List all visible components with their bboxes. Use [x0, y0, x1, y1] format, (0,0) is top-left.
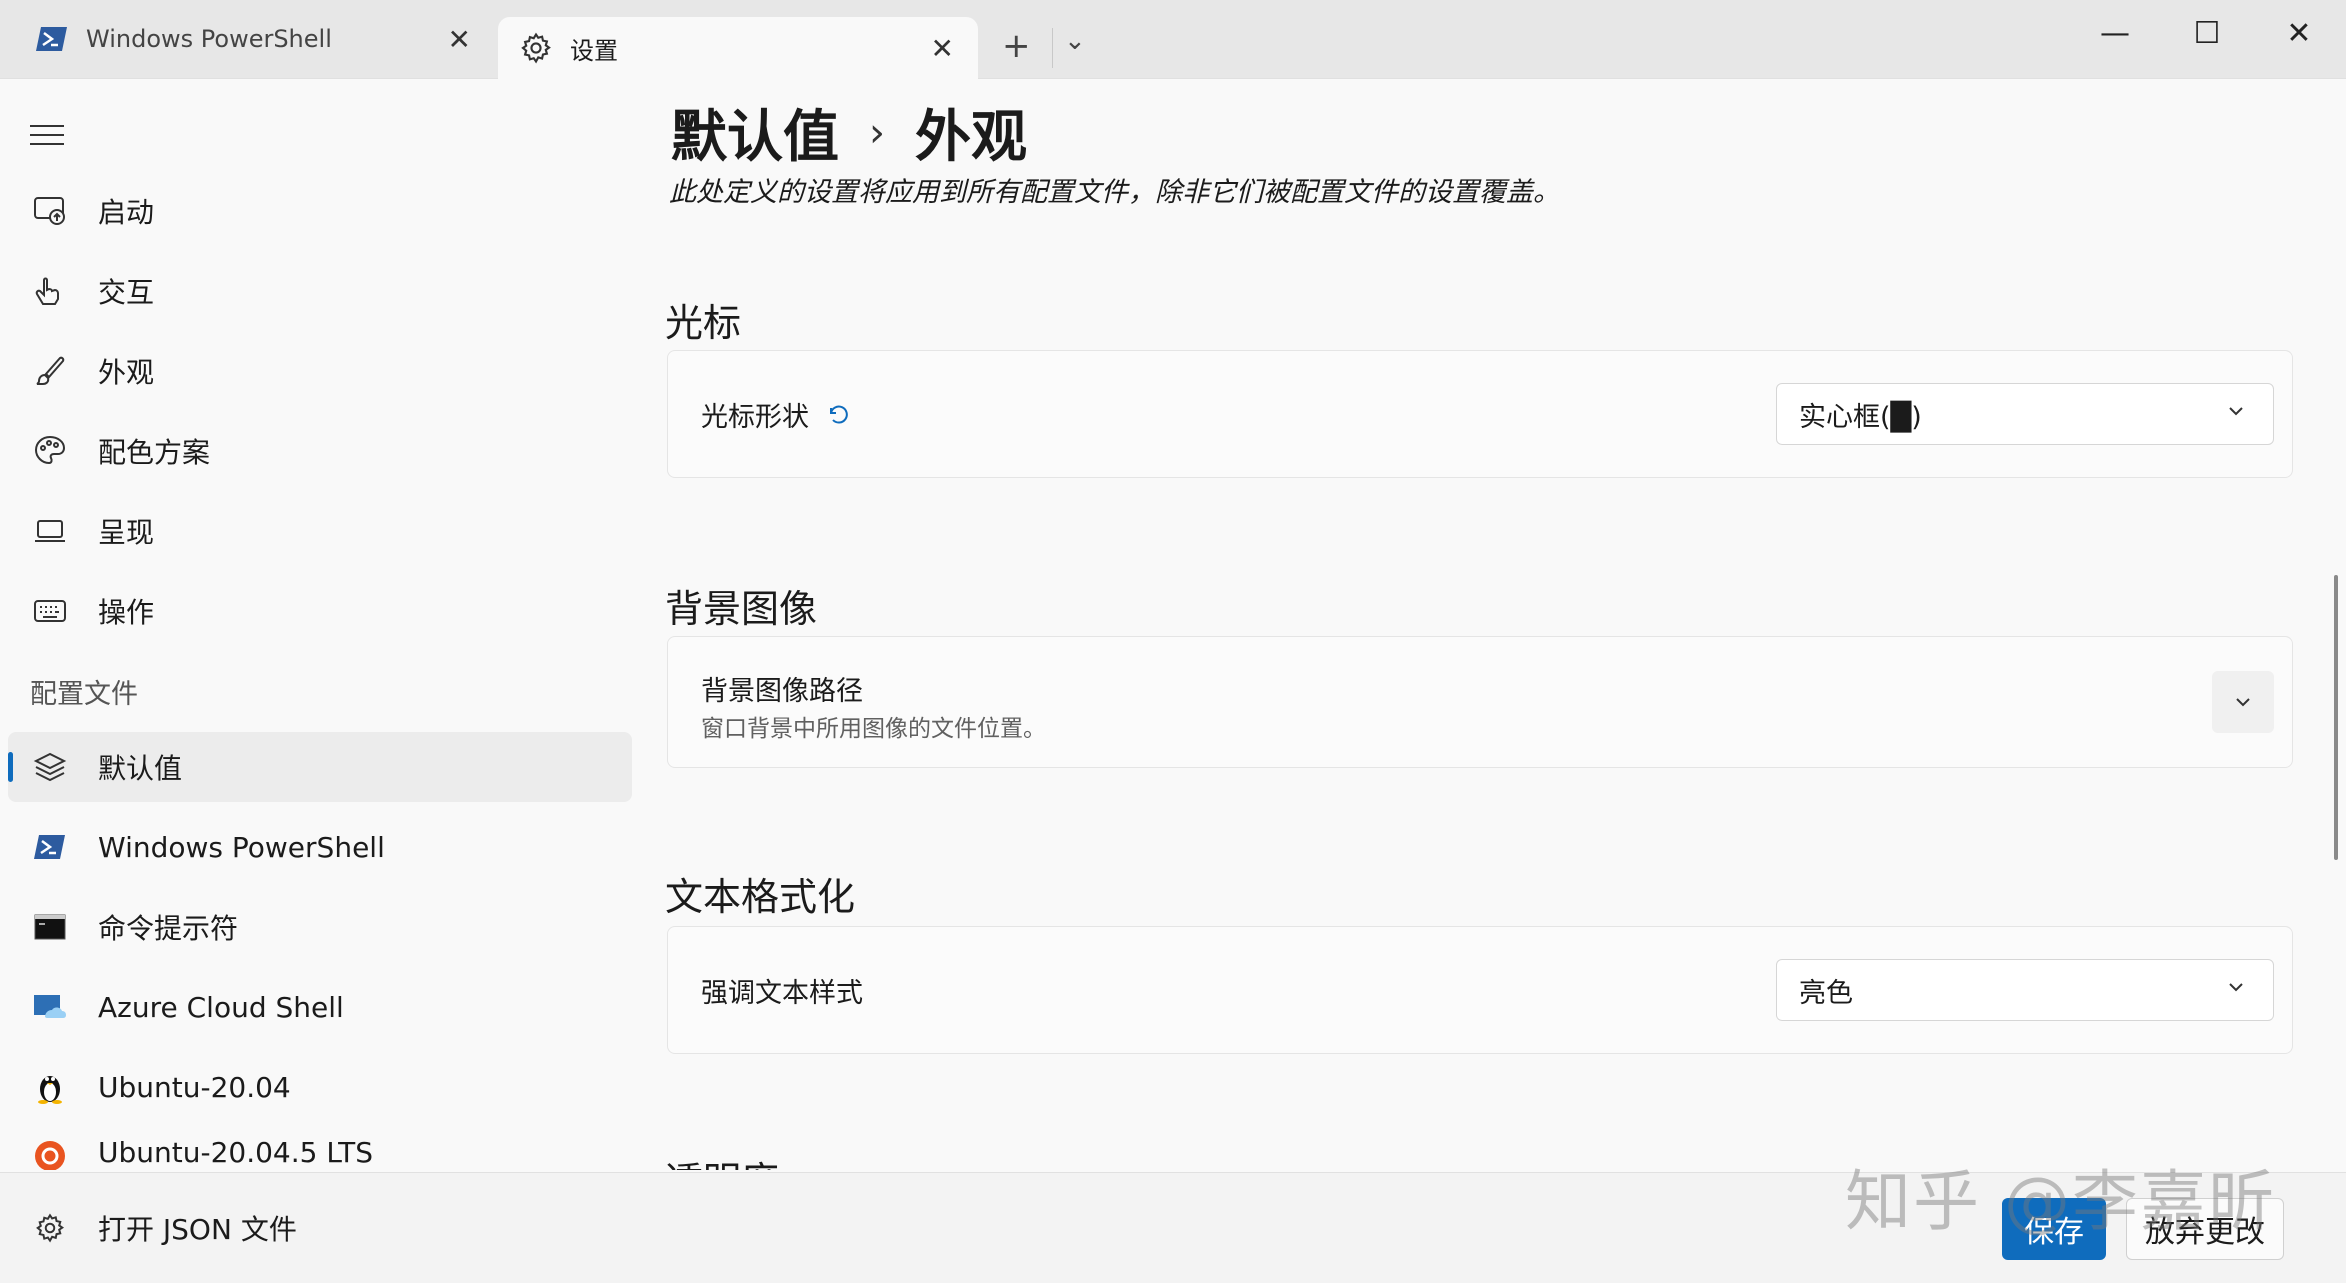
sidebar-item-color-schemes[interactable]: 配色方案: [8, 416, 632, 486]
gear-icon: [30, 1208, 70, 1248]
setting-label: 光标形状: [701, 395, 849, 434]
sidebar-item-label: 配色方案: [98, 436, 211, 469]
tab-label: 设置: [570, 36, 618, 65]
sidebar-item-launch[interactable]: 启动: [8, 176, 632, 246]
select-value: 亮色: [1799, 977, 1853, 1009]
sidebar-item-ubuntu-20-04[interactable]: Ubuntu-20.04: [8, 1052, 632, 1122]
setting-card-background-image-path[interactable]: 背景图像路径 窗口背景中所用图像的文件位置。: [667, 636, 2293, 768]
pointer-hand-icon: [30, 271, 70, 311]
section-title-transparency: 透明度: [665, 1150, 779, 1170]
watermark-text: 知乎 @李嘉昕: [1845, 1163, 2276, 1240]
title-bar: Windows PowerShell ✕ 设置 ✕ + ⌄ — ☐ ✕: [0, 0, 2346, 79]
launch-icon: [30, 191, 70, 231]
section-title-cursor: 光标: [665, 301, 742, 345]
tab-label: Windows PowerShell: [86, 25, 332, 53]
powershell-icon: [34, 21, 70, 57]
setting-card-intense-text-style: 强调文本样式 亮色: [667, 926, 2293, 1054]
close-tab-icon[interactable]: ✕: [931, 32, 954, 65]
sidebar-item-label: 命令提示符: [98, 912, 239, 945]
sidebar-item-command-prompt[interactable]: 命令提示符: [8, 892, 632, 962]
close-tab-icon[interactable]: ✕: [448, 23, 471, 56]
sidebar-item-actions[interactable]: 操作: [8, 576, 632, 646]
background-image-path-description: 窗口背景中所用图像的文件位置。: [701, 716, 1046, 742]
setting-card-cursor-shape: 光标形状 实心框(█): [667, 350, 2293, 478]
page-subtitle: 此处定义的设置将应用到所有配置文件，除非它们被配置文件的设置覆盖。: [669, 177, 1560, 208]
layers-icon: [30, 747, 70, 787]
cmd-icon: [30, 907, 70, 947]
brush-icon: [30, 351, 70, 391]
sidebar-item-label: 默认值: [98, 752, 183, 785]
sidebar-item-ubuntu-20-04-5-lts[interactable]: Ubuntu-20.04.5 LTS: [8, 1132, 632, 1170]
tab-windows-powershell[interactable]: Windows PowerShell ✕: [0, 0, 495, 78]
sidebar-item-azure-cloud-shell[interactable]: Azure Cloud Shell: [8, 972, 632, 1042]
breadcrumb: 默认值 › 外观: [671, 92, 1027, 173]
breadcrumb-defaults[interactable]: 默认值: [671, 92, 839, 173]
palette-icon: [30, 431, 70, 471]
settings-content: 默认值 › 外观 此处定义的设置将应用到所有配置文件，除非它们被配置文件的设置覆…: [665, 80, 2295, 1170]
tux-icon: [30, 1067, 70, 1107]
hamburger-menu-icon[interactable]: [30, 118, 64, 152]
sidebar: 启动 交互 外观 配色方案 呈现 操作 配置文件 默认值 Windows Pow…: [0, 80, 650, 1170]
chevron-down-icon: [2236, 698, 2250, 707]
chevron-down-icon: [2225, 398, 2247, 429]
azure-icon: [30, 987, 70, 1027]
sidebar-item-rendering[interactable]: 呈现: [8, 496, 632, 566]
section-title-text-formatting: 文本格式化: [665, 875, 856, 919]
close-window-button[interactable]: ✕: [2274, 16, 2324, 51]
sidebar-item-label: Ubuntu-20.04: [98, 1070, 291, 1104]
new-tab-button[interactable]: +: [1002, 26, 1031, 66]
breadcrumb-separator-icon: ›: [869, 109, 885, 156]
intense-text-style-select[interactable]: 亮色: [1776, 959, 2274, 1021]
scrollbar-thumb[interactable]: [2334, 575, 2338, 860]
chevron-down-icon: [2225, 974, 2247, 1005]
sidebar-item-defaults[interactable]: 默认值: [8, 732, 632, 802]
sidebar-item-label: Windows PowerShell: [98, 830, 385, 864]
maximize-button[interactable]: ☐: [2182, 16, 2232, 51]
minimize-button[interactable]: —: [2090, 16, 2140, 51]
open-json-label: 打开 JSON 文件: [98, 1213, 297, 1246]
sidebar-item-label: Azure Cloud Shell: [98, 990, 344, 1024]
chevron-down-icon[interactable]: ⌄: [1064, 26, 1086, 56]
sidebar-item-appearance[interactable]: 外观: [8, 336, 632, 406]
sidebar-item-label: 交互: [98, 276, 155, 309]
laptop-icon: [30, 511, 70, 551]
select-value: 实心框(█): [1799, 401, 1922, 433]
expand-button[interactable]: [2212, 671, 2274, 733]
sidebar-item-windows-powershell[interactable]: Windows PowerShell: [8, 812, 632, 882]
sidebar-section-profiles: 配置文件: [30, 679, 138, 710]
intense-text-style-label: 强调文本样式: [701, 978, 863, 1009]
powershell-icon: [30, 827, 70, 867]
cursor-shape-select[interactable]: 实心框(█): [1776, 383, 2274, 445]
section-title-background-image: 背景图像: [665, 587, 818, 631]
cursor-shape-label: 光标形状: [701, 402, 809, 433]
sidebar-item-interaction[interactable]: 交互: [8, 256, 632, 326]
sidebar-item-label: 启动: [98, 196, 155, 229]
sidebar-item-label: 呈现: [98, 516, 155, 549]
background-image-path-label: 背景图像路径: [701, 676, 863, 707]
ubuntu-icon: [30, 1136, 70, 1170]
sidebar-item-label: Ubuntu-20.04.5 LTS: [98, 1136, 373, 1169]
sidebar-item-label: 外观: [98, 356, 155, 389]
reset-icon[interactable]: [825, 403, 849, 427]
divider: [1052, 28, 1053, 68]
keyboard-icon: [30, 591, 70, 631]
breadcrumb-appearance: 外观: [915, 105, 1027, 170]
gear-icon: [518, 30, 554, 66]
sidebar-item-label: 操作: [98, 596, 155, 629]
open-json-file-button[interactable]: 打开 JSON 文件: [8, 1193, 632, 1263]
tab-settings[interactable]: 设置 ✕: [498, 17, 978, 79]
